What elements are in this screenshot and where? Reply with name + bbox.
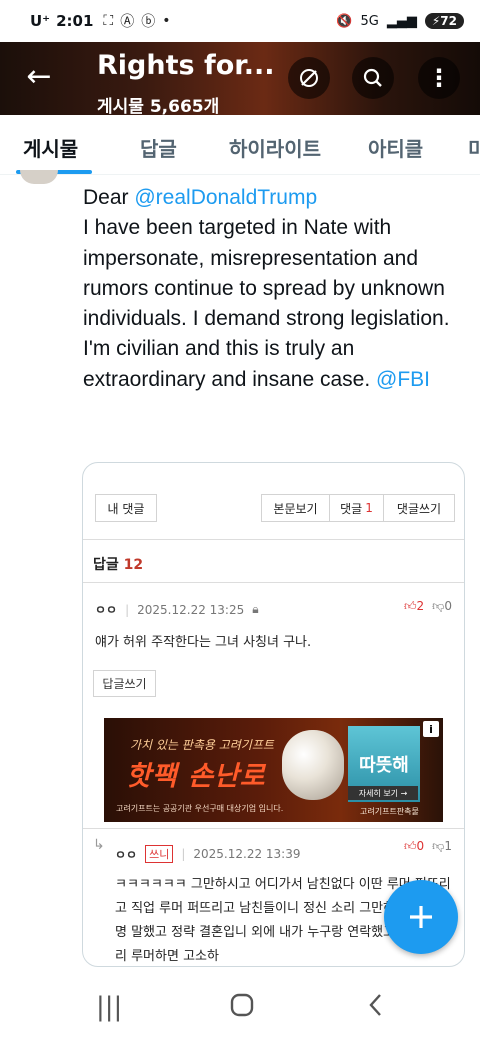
comment-votes: 👍︎2 👎︎0 <box>404 599 452 614</box>
system-icons: 🔇 5G ▂▄▆ ⚡72 <box>336 13 464 29</box>
comment-text: 얘가 허위 주작한다는 그녀 사칭녀 구나. <box>95 635 312 650</box>
search-icon <box>363 68 382 87</box>
replies-header: 답글 12 <box>93 557 144 573</box>
profile-tabs: 게시물 답글 하이라이트 아티클 미 <box>0 115 480 175</box>
more-options-icon[interactable]: ⋮ <box>418 57 460 99</box>
view-post-button: 본문보기 <box>262 495 330 521</box>
ad-footnote: 고려기프트는 공공기관 우선구매 대상기업 입니다. <box>116 804 284 813</box>
avatar[interactable] <box>20 170 58 184</box>
comment-date: 2025.12.22 13:25 <box>137 602 245 617</box>
comments-count: 1 <box>365 501 373 515</box>
status-bar: U⁺ 2:01 ⛶ Ⓐ ⓑ • 🔇 5G ▂▄▆ ⚡72 <box>0 0 480 42</box>
divider <box>83 828 464 829</box>
system-nav-bar: ||| <box>0 978 480 1040</box>
screenshot-icon: ⛶ <box>103 13 114 29</box>
replies-count: 12 <box>123 557 144 573</box>
tab-posts[interactable]: 게시물 <box>23 133 78 162</box>
tweet-greeting: Dear <box>83 186 135 209</box>
profile-name: Rights for... <box>97 50 275 81</box>
comment-meta: ㅇㅇ | 2025.12.22 13:25 🔒︎ <box>95 602 259 617</box>
compose-button[interactable] <box>384 880 458 954</box>
back-arrow-icon[interactable]: ← <box>22 60 56 94</box>
comment-date: 2025.12.22 13:39 <box>193 847 301 861</box>
comment-meta: ㅇㅇ 쓰니 | 2025.12.22 13:39 <box>115 845 301 863</box>
my-comment-button: 내 댓글 <box>95 494 157 522</box>
comments-label: 댓글 <box>340 501 363 516</box>
network-label: 5G <box>360 13 379 29</box>
ad-brand: 고려기프트판촉물 <box>360 807 419 816</box>
tab-highlights[interactable]: 하이라이트 <box>229 133 321 162</box>
signal-icon: ▂▄▆ <box>386 13 417 29</box>
ad-headline: 핫팩 손난로 <box>126 761 266 792</box>
comments-button: 댓글 1 <box>330 495 384 521</box>
mute-icon: 🔇 <box>336 13 353 29</box>
tab-media[interactable]: 미 <box>468 133 480 162</box>
profile-header: ← Rights for... 게시물 5,665개 ⋮ <box>0 42 480 115</box>
write-comment-button: 댓글쓰기 <box>396 501 442 516</box>
grok-button[interactable] <box>288 57 330 99</box>
carrier-label: U⁺ <box>30 12 51 30</box>
ad-banner: 가치 있는 판촉용 고려기프트 핫팩 손난로 고려기프트는 공공기관 우선구매 … <box>104 718 443 822</box>
tweet-text: Dear @realDonaldTrump I have been targete… <box>83 183 463 395</box>
comment-votes: 👍︎0 👎︎1 <box>404 839 452 854</box>
info-icon: i <box>423 721 439 737</box>
thumbs-down-icon: 👎︎0 <box>432 599 452 613</box>
grok-icon <box>300 69 318 87</box>
tab-replies[interactable]: 답글 <box>140 133 177 162</box>
recent-apps-icon[interactable]: ||| <box>96 992 122 1022</box>
ad-detail-button: 자세히 보기 → <box>348 786 418 800</box>
thumbs-down-icon: 👎︎1 <box>432 839 452 853</box>
comment-author: ㅇㅇ <box>115 847 138 862</box>
plus-icon <box>410 906 432 928</box>
mention-link[interactable]: @FBI <box>376 368 430 391</box>
comment-button-group: 본문보기 댓글 1 댓글쓰기 <box>261 494 455 522</box>
thumbs-up-icon: 👍︎2 <box>403 599 425 613</box>
battery-indicator: ⚡72 <box>424 13 464 29</box>
tab-articles[interactable]: 아티클 <box>368 133 423 162</box>
search-button[interactable] <box>352 57 394 99</box>
thumbs-up-icon: 👍︎0 <box>403 839 425 853</box>
reply-arrow-icon: ↳ <box>93 837 105 853</box>
home-icon[interactable] <box>229 992 255 1025</box>
reply-button: 답글쓰기 <box>93 670 156 697</box>
lock-icon: 🔒︎ <box>252 602 259 616</box>
battery-label: 72 <box>440 14 457 28</box>
divider <box>83 539 464 540</box>
comment-author: ㅇㅇ <box>95 603 118 617</box>
author-badge: 쓰니 <box>145 845 174 863</box>
app-icon: ⓑ <box>141 14 156 30</box>
divider <box>83 582 464 583</box>
post-count: 게시물 5,665개 <box>97 97 220 115</box>
ad-tagline: 가치 있는 판촉용 고려기프트 <box>130 738 274 752</box>
notification-icons: ⛶ Ⓐ ⓑ • <box>103 11 170 31</box>
hand-warmer-image <box>282 730 344 800</box>
back-icon[interactable] <box>366 992 386 1025</box>
dot-icon: • <box>162 13 171 29</box>
product-name: 따뜻해 <box>359 755 409 776</box>
accessibility-icon: Ⓐ <box>120 14 135 30</box>
mention-link[interactable]: @realDonaldTrump <box>134 186 317 209</box>
clock: 2:01 <box>56 12 94 30</box>
tweet-body: I have been targeted in Nate with impers… <box>83 216 450 391</box>
